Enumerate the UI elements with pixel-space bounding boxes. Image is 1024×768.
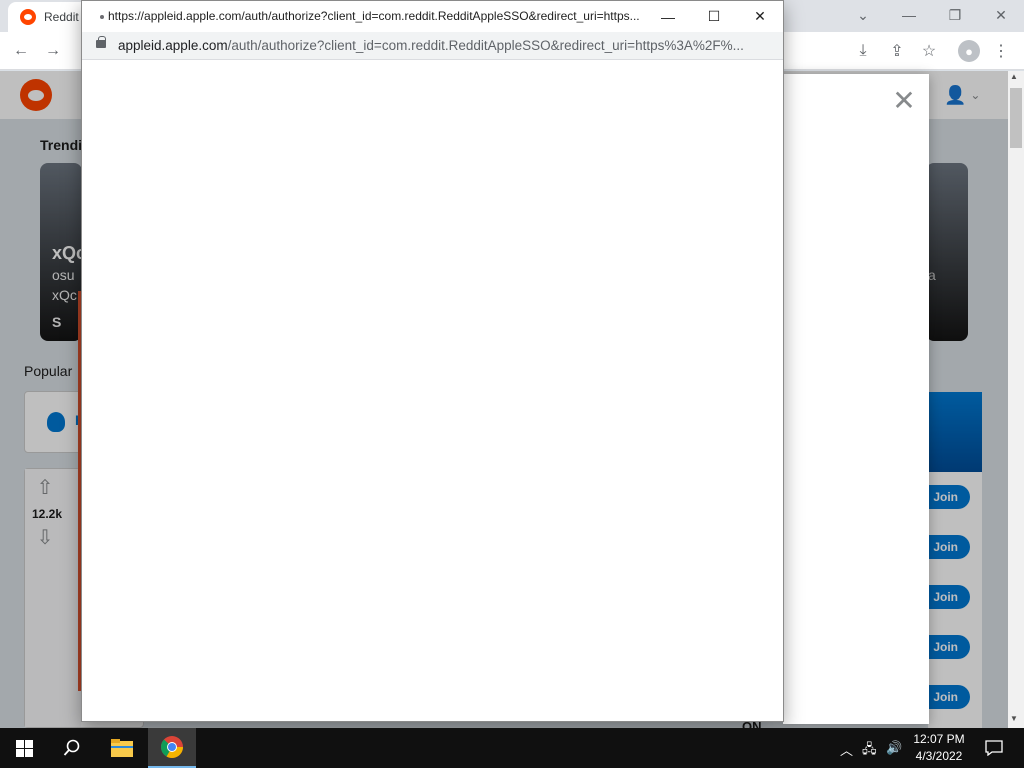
install-app-icon[interactable]: ⤓: [852, 40, 874, 62]
popup-content-area: [82, 60, 783, 721]
chevron-up-icon[interactable]: ︿: [840, 740, 853, 759]
restore-button[interactable]: ❐: [932, 0, 978, 30]
back-arrow-icon[interactable]: ←: [10, 40, 32, 62]
minimize-button[interactable]: —: [886, 0, 932, 30]
popup-title: https://appleid.apple.com/auth/authorize…: [108, 9, 640, 23]
clock-time: 12:07 PM: [913, 732, 965, 746]
volume-icon[interactable]: 🔊: [886, 740, 902, 756]
notifications-button[interactable]: [970, 728, 1018, 768]
url-host: appleid.apple.com: [118, 38, 228, 53]
popup-url: appleid.apple.com/auth/authorize?client_…: [118, 38, 768, 53]
popup-minimize-button[interactable]: —: [645, 1, 691, 32]
scrollbar-thumb[interactable]: [1010, 88, 1022, 148]
tab-title: Reddit: [44, 10, 79, 24]
popup-titlebar: https://appleid.apple.com/auth/authorize…: [82, 1, 783, 32]
folder-icon: [111, 739, 133, 757]
windows-logo-icon: [15, 739, 33, 757]
close-window-button[interactable]: ✕: [978, 0, 1024, 30]
reddit-favicon-icon: [20, 9, 36, 25]
tab-search-icon[interactable]: ⌄: [840, 0, 886, 30]
popup-close-button[interactable]: ✕: [737, 1, 783, 32]
popup-address-bar[interactable]: appleid.apple.com/auth/authorize?client_…: [82, 32, 783, 60]
network-icon[interactable]: 🖧: [862, 740, 877, 762]
search-icon: [63, 739, 80, 756]
notification-icon: [985, 740, 1003, 756]
popup-maximize-button[interactable]: ☐: [691, 1, 737, 32]
scroll-up-arrow-icon[interactable]: ▲: [1010, 72, 1018, 81]
share-icon[interactable]: ⇪: [886, 40, 908, 62]
profile-avatar-icon[interactable]: ●: [958, 40, 980, 62]
windows-taskbar: ︿ 🖧 🔊 12:07 PM 4/3/2022: [0, 728, 1024, 768]
forward-arrow-icon[interactable]: →: [42, 40, 64, 62]
chrome-icon: [161, 736, 183, 758]
login-modal: [783, 74, 929, 724]
chrome-menu-icon[interactable]: ⋮: [990, 40, 1012, 62]
bookmark-star-icon[interactable]: ☆: [918, 40, 940, 62]
clock-date: 4/3/2022: [915, 749, 963, 763]
taskbar-clock[interactable]: 12:07 PM 4/3/2022: [906, 731, 972, 765]
chrome-taskbar-button[interactable]: [148, 728, 196, 768]
scroll-down-arrow-icon[interactable]: ▼: [1010, 714, 1018, 723]
close-icon[interactable]: ✕: [892, 87, 916, 115]
apple-signin-popup: https://appleid.apple.com/auth/authorize…: [81, 0, 784, 722]
search-button[interactable]: [48, 728, 96, 768]
file-explorer-button[interactable]: [98, 728, 146, 768]
windows-start-button[interactable]: [0, 728, 48, 768]
page-favicon-icon: [100, 15, 104, 19]
url-path: /auth/authorize?client_id=com.reddit.Red…: [227, 38, 744, 53]
lock-icon[interactable]: [96, 36, 106, 48]
page-scrollbar[interactable]: [1008, 71, 1024, 728]
